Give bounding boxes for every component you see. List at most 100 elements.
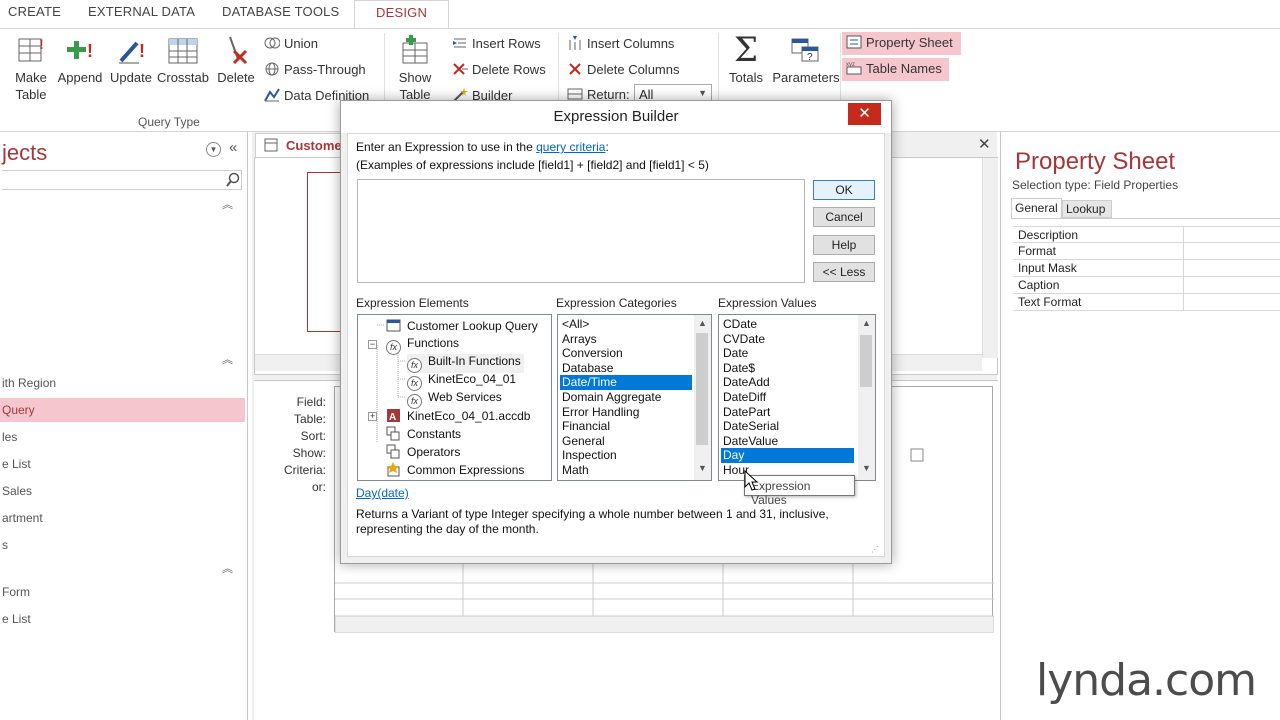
- less-button[interactable]: << Less: [813, 262, 875, 282]
- nav-item[interactable]: e List: [0, 452, 245, 476]
- nav-item[interactable]: les: [0, 425, 245, 449]
- nav-item[interactable]: artment: [0, 506, 245, 530]
- tree-item-kineteco-functions[interactable]: fx KinetEco_04_01: [407, 372, 516, 391]
- tree-item-database[interactable]: A KinetEco_04_01.accdb: [386, 408, 530, 423]
- nav-item[interactable]: e List: [0, 607, 245, 631]
- insert-rows-button[interactable]: Insert Rows: [452, 36, 541, 51]
- nav-item[interactable]: ith Region: [0, 371, 245, 395]
- list-item[interactable]: Database: [560, 361, 692, 376]
- prop-row-description[interactable]: Description: [1013, 226, 1280, 243]
- crosstab-button[interactable]: Crosstab: [156, 35, 210, 86]
- scroll-up-icon[interactable]: ▲: [862, 318, 871, 328]
- list-item[interactable]: Conversion: [560, 346, 692, 361]
- expression-elements-tree[interactable]: Customer Lookup Query − fx Functions fx Bu…: [357, 314, 552, 481]
- cancel-button[interactable]: Cancel: [813, 207, 875, 227]
- list-item[interactable]: General: [560, 434, 692, 449]
- list-item[interactable]: CVDate: [721, 332, 854, 347]
- list-item[interactable]: Date/Time: [560, 375, 692, 391]
- list-item[interactable]: Domain Aggregate: [560, 390, 692, 405]
- expression-textbox[interactable]: [357, 179, 805, 283]
- list-item[interactable]: Day: [721, 448, 854, 464]
- categories-scrollbar[interactable]: ▲ ▼: [694, 315, 711, 480]
- delete-rows-button[interactable]: Delete Rows: [452, 62, 546, 77]
- table-names-button[interactable]: xyz Table Names: [842, 58, 949, 81]
- prop-row-caption[interactable]: Caption: [1013, 277, 1280, 294]
- collapse-pane-icon[interactable]: «: [229, 139, 237, 156]
- update-button[interactable]: ! Update: [108, 35, 154, 86]
- close-icon[interactable]: ✕: [848, 103, 881, 125]
- list-item[interactable]: DateSerial: [721, 419, 854, 434]
- function-syntax-link[interactable]: Day(date): [356, 486, 409, 500]
- tree-item-built-in-functions[interactable]: fx Built-In Functions: [407, 354, 524, 373]
- scroll-thumb[interactable]: [860, 335, 872, 387]
- tree-item-customer-lookup-query[interactable]: Customer Lookup Query: [386, 318, 538, 333]
- list-item[interactable]: DateValue: [721, 434, 854, 449]
- list-item[interactable]: DatePart: [721, 405, 854, 420]
- tab-general[interactable]: General: [1011, 198, 1062, 218]
- insert-columns-button[interactable]: Insert Columns: [567, 36, 674, 51]
- close-document-icon[interactable]: ✕: [978, 135, 991, 153]
- nav-item[interactable]: Sales: [0, 479, 245, 503]
- document-tab[interactable]: Custome: [255, 133, 343, 157]
- list-item[interactable]: DateAdd: [721, 375, 854, 390]
- nav-item[interactable]: Form: [0, 580, 245, 604]
- nav-search-input[interactable]: [2, 170, 242, 190]
- collapse-group-icon[interactable]: ︽: [222, 196, 233, 212]
- delete-columns-button[interactable]: Delete Columns: [567, 62, 680, 77]
- collapse-group-icon[interactable]: ︽: [222, 351, 233, 367]
- expression-categories-list[interactable]: <All> Arrays Conversion Database Date/Time Do…: [557, 314, 712, 481]
- list-item[interactable]: Inspection: [560, 448, 692, 463]
- tab-create[interactable]: CREATE: [8, 4, 61, 19]
- scroll-down-icon[interactable]: ▼: [862, 463, 871, 473]
- upper-vertical-scrollbar[interactable]: [982, 158, 998, 358]
- values-scrollbar[interactable]: ▲ ▼: [858, 315, 875, 480]
- append-button[interactable]: ! Append: [56, 35, 104, 86]
- tab-lookup[interactable]: Lookup: [1062, 200, 1112, 218]
- globe-icon: [264, 62, 280, 76]
- pass-through-button[interactable]: Pass-Through: [264, 62, 366, 77]
- prop-row-text-format[interactable]: Text Format: [1013, 294, 1280, 311]
- tree-item-functions[interactable]: fx Functions: [386, 336, 459, 355]
- prop-row-format[interactable]: Format: [1013, 243, 1280, 260]
- scroll-down-icon[interactable]: ▼: [698, 463, 707, 473]
- tree-item-common-expressions[interactable]: Common Expressions: [386, 462, 524, 477]
- svg-text:?: ?: [807, 52, 813, 63]
- tree-item-operators[interactable]: Operators: [386, 444, 460, 459]
- resize-grip-icon[interactable]: ⋰: [871, 545, 879, 554]
- union-button[interactable]: Union: [264, 36, 318, 51]
- scroll-up-icon[interactable]: ▲: [698, 318, 707, 328]
- collapse-group-icon[interactable]: ︽: [222, 560, 233, 576]
- show-table-button[interactable]: Show Table: [393, 35, 437, 103]
- list-item[interactable]: DateDiff: [721, 390, 854, 405]
- scroll-thumb[interactable]: [696, 333, 708, 445]
- expand-node-icon[interactable]: +: [368, 412, 377, 421]
- tab-external-data[interactable]: EXTERNAL DATA: [88, 4, 195, 19]
- collapse-node-icon[interactable]: −: [368, 340, 377, 349]
- list-item[interactable]: Date: [721, 346, 854, 361]
- make-table-button[interactable]: ! Make Table: [10, 35, 52, 103]
- ok-button[interactable]: OK: [813, 180, 875, 200]
- tree-item-web-services[interactable]: fx Web Services: [407, 390, 502, 409]
- property-sheet-button[interactable]: Property Sheet: [842, 32, 961, 55]
- nav-item[interactable]: s: [0, 533, 245, 557]
- totals-button[interactable]: Σ Totals: [725, 33, 767, 86]
- help-button[interactable]: Help: [813, 235, 875, 255]
- list-item[interactable]: Math: [560, 463, 692, 478]
- list-item[interactable]: Financial: [560, 419, 692, 434]
- tree-item-constants[interactable]: Constants: [386, 426, 461, 441]
- list-item[interactable]: Date$: [721, 361, 854, 376]
- parameters-button[interactable]: ? Parameters: [772, 35, 840, 86]
- list-item[interactable]: CDate: [721, 317, 854, 332]
- list-item[interactable]: <All>: [560, 317, 692, 332]
- nav-dropdown-icon[interactable]: ▼: [206, 142, 221, 157]
- field-list-box[interactable]: [307, 172, 343, 332]
- nav-item-selected[interactable]: Query: [0, 398, 245, 422]
- list-item[interactable]: Arrays: [560, 332, 692, 347]
- tab-design[interactable]: DESIGN: [354, 0, 450, 29]
- list-item[interactable]: Error Handling: [560, 405, 692, 420]
- prop-row-input-mask[interactable]: Input Mask: [1013, 260, 1280, 277]
- expression-values-list[interactable]: CDate CVDate Date Date$ DateAdd DateDiff DateP…: [718, 314, 876, 481]
- delete-query-button[interactable]: Delete: [214, 35, 258, 86]
- query-criteria-link[interactable]: query criteria: [536, 140, 605, 154]
- tab-database-tools[interactable]: DATABASE TOOLS: [222, 4, 339, 19]
